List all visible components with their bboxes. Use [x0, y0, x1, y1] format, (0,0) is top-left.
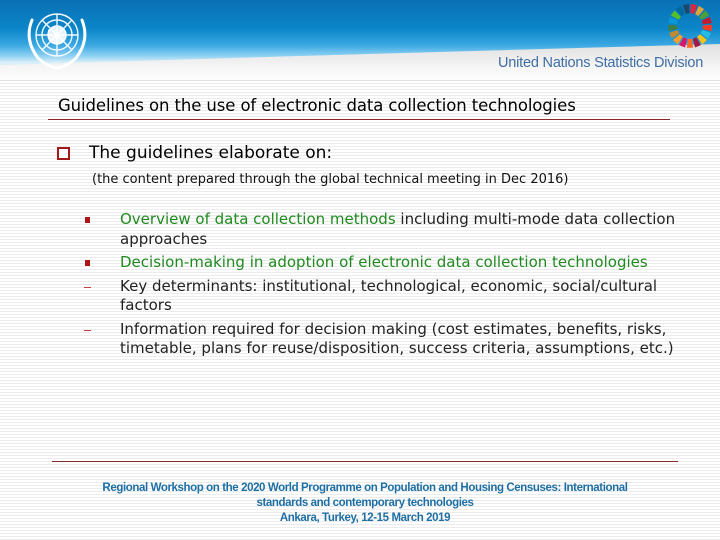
footer-line-3: Ankara, Turkey, 12-15 March 2019: [279, 512, 451, 524]
item-highlight: Overview of data collection methods: [120, 210, 396, 228]
un-emblem-icon: [27, 13, 87, 70]
hollow-square-bullet-icon: [57, 147, 70, 160]
dash-bullet-icon: [84, 329, 91, 331]
list-item: Overview of data collection methods incl…: [80, 210, 680, 249]
title-underline: [48, 119, 670, 120]
square-bullet-icon: [85, 260, 90, 266]
item-text: Key determinants: institutional, technol…: [120, 276, 658, 315]
sdg-wheel-icon: [668, 4, 712, 48]
item-highlight: Decision-making in adoption of electroni…: [120, 253, 648, 271]
item-text: Information required for decision making…: [120, 319, 674, 358]
header-divider: [0, 80, 720, 81]
list-item: Key determinants: institutional, technol…: [80, 277, 680, 316]
sdg-wheel-segment: [668, 24, 678, 32]
list-item: Information required for decision making…: [80, 320, 680, 359]
main-point-text: The guidelines elaborate on:: [89, 143, 333, 163]
sdg-wheel-segment: [686, 38, 694, 48]
content-note: (the content prepared through the global…: [92, 172, 569, 187]
square-bullet-icon: [85, 217, 90, 223]
dash-bullet-icon: [84, 286, 91, 288]
footer-line-1: Regional Workshop on the 2020 World Prog…: [102, 482, 628, 494]
list-item: Decision-making in adoption of electroni…: [80, 253, 680, 273]
bullet-list: Overview of data collection methods incl…: [80, 210, 680, 363]
organization-name: United Nations Statistics Division: [498, 55, 704, 71]
footer-line-2: standards and contemporary technologies: [256, 497, 474, 509]
sdg-wheel-segment: [702, 24, 712, 32]
slide-header: United Nations Statistics Division: [0, 0, 720, 82]
footer: Regional Workshop on the 2020 World Prog…: [40, 481, 690, 526]
footer-divider: [52, 461, 678, 462]
slide-title: Guidelines on the use of electronic data…: [58, 96, 576, 115]
